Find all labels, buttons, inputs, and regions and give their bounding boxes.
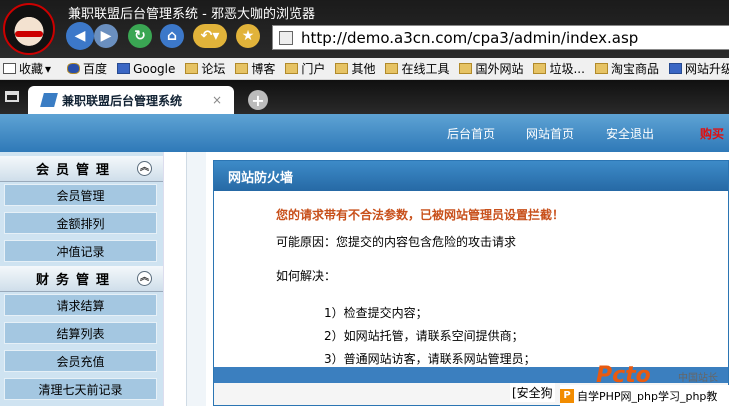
sidebar-item-amount-ranking[interactable]: 金额排列 (4, 212, 157, 234)
watermark-badge: P 自学PHP网_php学习_php教 (560, 385, 729, 406)
bookmark-junk[interactable]: 垃圾... (533, 60, 585, 77)
browser-toolbar: 兼职联盟后台管理系统 - 邪恶大咖的浏览器 ◀ ▶ ↻ ⌂ ↶▾ ★ http:… (0, 0, 729, 58)
folder-icon (185, 63, 199, 74)
user-avatar-icon[interactable] (3, 3, 55, 55)
watermark-logo-subtext: 中国站长 (678, 373, 718, 384)
refresh-button[interactable]: ↻ (128, 24, 152, 48)
bookmark-baidu[interactable]: 百度 (67, 60, 107, 77)
close-tab-icon[interactable]: × (212, 93, 222, 107)
link-admin-home[interactable]: 后台首页 (447, 125, 495, 142)
chevron-down-icon: ▾ (45, 61, 52, 76)
how-to-solve-label: 如何解决： (276, 269, 337, 283)
solution-step: 3）普通网站访客，请联系网站管理员； (324, 352, 536, 366)
sidebar-item-clear-old-records[interactable]: 清理七天前记录 (4, 378, 157, 400)
frame-scrollbar[interactable] (186, 152, 206, 406)
bookmark-online-tools[interactable]: 在线工具 (385, 60, 449, 77)
link-buy[interactable]: 购买 (700, 125, 724, 142)
tab-admin[interactable]: 兼职联盟后台管理系统 × (28, 86, 234, 114)
sidebar-item-request-settlement[interactable]: 请求结算 (4, 294, 157, 316)
warning-message: 您的请求带有不合法参数，已被网站管理员设置拦截！ (276, 208, 565, 222)
folder-icon (335, 63, 349, 74)
page-icon (279, 30, 293, 45)
page-icon (668, 63, 682, 74)
url-text: http://demo.a3cn.com/cpa3/admin/index.as… (301, 28, 639, 47)
home-icon: ⌂ (166, 28, 178, 44)
forward-button[interactable]: ▶ (94, 24, 118, 48)
sidebar-item-member-recharge[interactable]: 会员充值 (4, 350, 157, 372)
back-arrow-icon: ◀ (74, 28, 86, 44)
undo-button[interactable]: ↶▾ (193, 24, 227, 48)
watermark-logo: Pcto 中国站长 (560, 363, 729, 388)
collapse-chevron-icon[interactable]: ︽ (137, 271, 152, 286)
bookmark-favorites[interactable]: 收藏 ▾ (3, 60, 51, 77)
folder-icon (235, 63, 249, 74)
refresh-icon: ↻ (134, 28, 146, 44)
menu-icon[interactable] (5, 91, 19, 102)
collapse-chevron-icon[interactable]: ︽ (137, 161, 152, 176)
site-favicon-icon (40, 93, 58, 107)
undo-icon: ↶▾ (200, 28, 220, 44)
safedog-link[interactable]: [安全狗 (510, 383, 555, 402)
bookmark-forum[interactable]: 论坛 (185, 60, 225, 77)
link-logout[interactable]: 安全退出 (606, 125, 654, 142)
bookmark-other[interactable]: 其他 (335, 60, 375, 77)
home-button[interactable]: ⌂ (160, 24, 184, 48)
folder-icon (533, 63, 547, 74)
sidebar-item-settlement-list[interactable]: 结算列表 (4, 322, 157, 344)
link-site-home[interactable]: 网站首页 (526, 125, 574, 142)
tab-bar: 兼职联盟后台管理系统 × + (0, 80, 729, 114)
frame-divider (163, 152, 185, 406)
bookmark-portal[interactable]: 门户 (285, 60, 325, 77)
watermark-text: 自学PHP网_php学习_php教 (577, 389, 718, 403)
forward-arrow-icon: ▶ (100, 28, 112, 44)
sidebar-item-member-management[interactable]: 会员管理 (4, 184, 157, 206)
solution-step: 2）如网站托管，请联系空间提供商； (324, 329, 524, 343)
google-icon (117, 63, 131, 74)
baidu-paw-icon (67, 63, 81, 74)
window-title: 兼职联盟后台管理系统 - 邪恶大咖的浏览器 (68, 7, 315, 22)
tab-title: 兼职联盟后台管理系统 (62, 93, 183, 108)
panel-title: 网站防火墙 (214, 161, 728, 191)
php-logo-icon: P (560, 388, 574, 403)
bookmark-site-upgrade[interactable]: 网站升级 (668, 60, 729, 77)
bookmark-blog[interactable]: 博客 (235, 60, 275, 77)
bookmark-foreign-sites[interactable]: 国外网站 (459, 60, 523, 77)
section-member-management[interactable]: 会员管理 ︽ (0, 156, 163, 182)
folder-icon (594, 63, 608, 74)
sidebar-item-recharge-records[interactable]: 冲值记录 (4, 240, 157, 262)
back-button[interactable]: ◀ (66, 22, 94, 50)
plus-icon (3, 63, 16, 74)
address-bar[interactable]: http://demo.a3cn.com/cpa3/admin/index.as… (272, 25, 729, 50)
bookmark-taobao[interactable]: 淘宝商品 (594, 60, 659, 77)
section-finance-management[interactable]: 财务管理 ︽ (0, 266, 163, 292)
folder-icon (385, 63, 399, 74)
admin-header: 后台首页 网站首页 安全退出 购买 (0, 114, 729, 152)
folder-icon (285, 63, 299, 74)
folder-icon (459, 63, 473, 74)
solution-step: 1）检查提交内容； (324, 306, 428, 320)
sidebar: 会员管理 ︽ 会员管理 金额排列 冲值记录 财务管理 ︽ 请求结算 结算列表 会… (0, 152, 163, 406)
star-icon: ★ (241, 28, 255, 44)
new-tab-button[interactable]: + (248, 90, 268, 110)
favorite-button[interactable]: ★ (236, 24, 260, 48)
bookmarks-bar: 收藏 ▾ 百度 Google 论坛 博客 门户 其他 在线工具 国外网站 垃圾.… (0, 58, 729, 80)
bookmark-google[interactable]: Google (117, 62, 175, 76)
reason-text: 可能原因：您提交的内容包含危险的攻击请求 (276, 235, 517, 249)
